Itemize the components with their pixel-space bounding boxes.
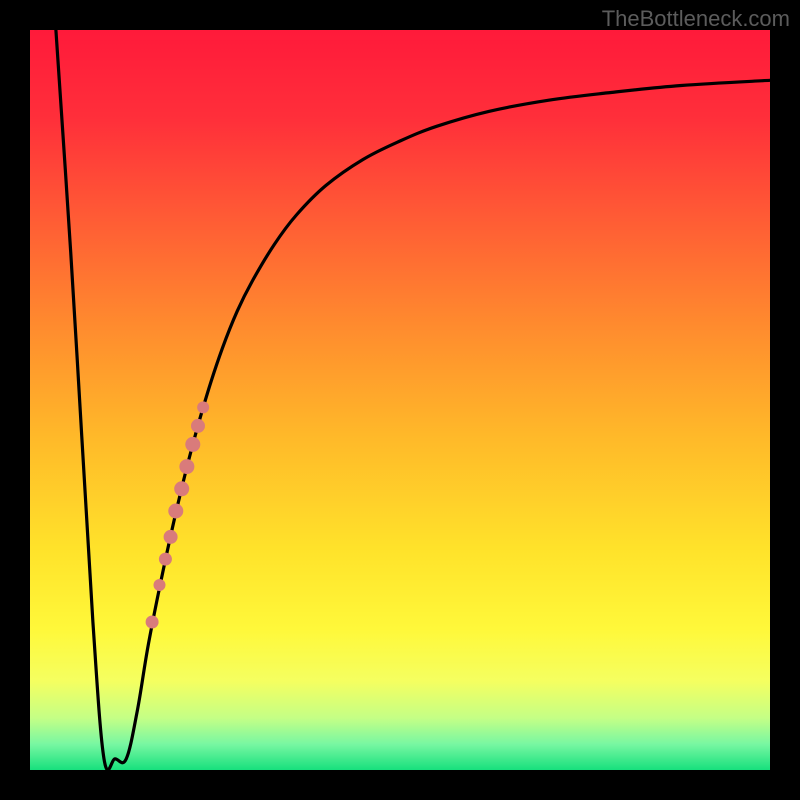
highlight-dot — [154, 579, 166, 591]
watermark-text: TheBottleneck.com — [602, 6, 790, 32]
highlight-dot — [197, 401, 209, 413]
bottleneck-plot — [0, 0, 800, 800]
highlight-dot — [179, 459, 194, 474]
highlight-dot — [174, 481, 189, 496]
highlight-dot — [146, 616, 159, 629]
chart-frame: TheBottleneck.com — [0, 0, 800, 800]
highlight-dot — [159, 553, 172, 566]
highlight-dot — [168, 504, 183, 519]
highlight-dot — [164, 530, 178, 544]
highlight-dot — [191, 419, 205, 433]
highlight-dot — [185, 437, 200, 452]
